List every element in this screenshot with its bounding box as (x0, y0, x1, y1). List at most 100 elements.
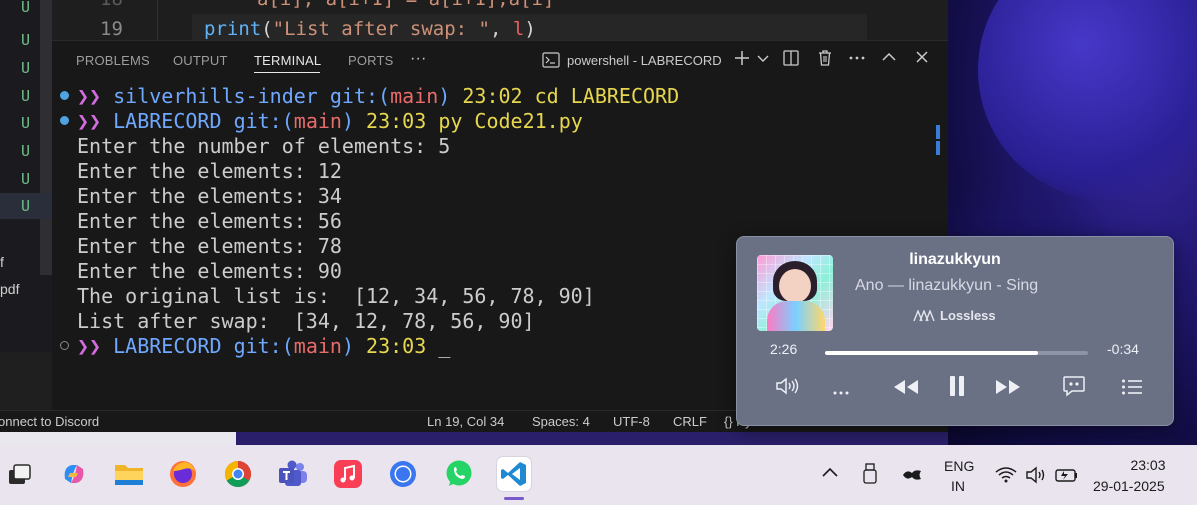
prompt-directory: silverhills-inder (113, 84, 318, 108)
panel-more-button[interactable]: ··· (410, 50, 427, 68)
media-flyout: linazukkyun Ano — linazukkyun - Sing Los… (736, 236, 1174, 426)
tab-ports[interactable]: PORTS (348, 53, 394, 68)
terminal-output-line: The original list is: [12, 34, 56, 78, 9… (77, 284, 595, 308)
more-icon[interactable] (826, 375, 856, 403)
terminal-output-line: Enter the elements: 34 (77, 184, 342, 208)
album-art (757, 255, 833, 331)
explorer-sidebar: U U U U U U U U f pdf (0, 0, 52, 352)
git-untracked-badge: U (21, 31, 31, 49)
vscode-icon[interactable] (497, 457, 531, 491)
cursor-position[interactable]: Ln 19, Col 34 (427, 414, 504, 429)
prompt-git-close: ) (341, 334, 354, 358)
git-untracked-badge: U (21, 59, 31, 77)
tab-problems[interactable]: PROBLEMS (76, 53, 150, 68)
line-number: 19 (100, 18, 123, 40)
pet-app-icon[interactable] (901, 467, 923, 486)
command-status-dot[interactable] (60, 116, 69, 125)
progress-slider[interactable] (825, 351, 1088, 355)
command-status-dot[interactable] (60, 91, 69, 100)
battery-icon[interactable] (1055, 467, 1079, 486)
terminal-output-line: Enter the elements: 78 (77, 234, 342, 258)
eol-setting[interactable]: CRLF (673, 414, 707, 429)
panel-tabs: PROBLEMS OUTPUT TERMINAL PORTS ··· power… (52, 41, 948, 81)
plus-icon[interactable] (731, 49, 753, 71)
explorer-item[interactable]: pdf (0, 281, 19, 297)
ellipsis-icon[interactable] (846, 49, 868, 71)
show-hidden-icons-icon[interactable] (820, 465, 840, 482)
git-untracked-badge: U (21, 170, 31, 188)
git-untracked-badge-selected[interactable]: U (0, 193, 52, 219)
code-punct: ) (524, 18, 536, 40)
teams-icon[interactable] (276, 457, 310, 491)
scrollbar-marker (936, 125, 940, 139)
speaker-icon[interactable] (1025, 466, 1047, 487)
code-line: a[i], a[i+1] = a[i+1],a[i] (257, 0, 554, 10)
previous-track-icon[interactable] (891, 375, 921, 403)
code-editor[interactable]: 18 a[i], a[i+1] = a[i+1],a[i] 19 print("… (52, 0, 948, 40)
whatsapp-icon[interactable] (442, 457, 476, 491)
terminal-prompt-line: ❯❯ LABRECORD git:(main) 23:03 _ (60, 334, 450, 359)
prompt-time: 23:03 (366, 334, 427, 358)
language-indicator-top[interactable]: ENG (944, 458, 974, 474)
scrollbar-marker (936, 141, 940, 155)
gutter-divider (157, 0, 158, 40)
language-indicator-bottom[interactable]: IN (951, 478, 965, 494)
terminal-output-line: Enter the number of elements: 5 (77, 134, 451, 158)
trash-icon[interactable] (814, 49, 836, 71)
git-untracked-badge: U (21, 87, 31, 105)
lyrics-icon[interactable] (1059, 375, 1089, 403)
terminal-output-line: Enter the elements: 12 (77, 159, 342, 183)
next-track-icon[interactable] (993, 375, 1023, 403)
progress-fill (825, 351, 1039, 355)
chevron-down-icon[interactable] (752, 49, 774, 71)
prompt-git: git:( (233, 109, 294, 133)
git-untracked-badge: U (21, 114, 31, 132)
prompt-command: py Code21.py (438, 109, 583, 133)
prompt-git: git:( (329, 84, 391, 108)
tab-output[interactable]: OUTPUT (173, 53, 228, 68)
chrome-icon[interactable] (221, 457, 255, 491)
prompt-arrow: ❯❯ (77, 84, 102, 108)
line-number: 18 (100, 0, 123, 10)
desktop-strip (0, 432, 948, 446)
prompt-arrow: ❯❯ (77, 109, 102, 133)
taskbar: ENG IN 23:03 29-01-2025 (0, 445, 1197, 505)
apple-music-icon[interactable] (331, 457, 365, 491)
terminal-name: powershell - LABRECORD (567, 52, 722, 68)
indent-setting[interactable]: Spaces: 4 (532, 414, 590, 429)
wifi-icon[interactable] (995, 467, 1017, 486)
lossless-icon (913, 309, 935, 321)
explorer-item[interactable]: f (0, 254, 4, 270)
chevron-up-icon[interactable] (878, 49, 900, 71)
task-view-icon[interactable] (2, 457, 36, 491)
split-icon[interactable] (780, 49, 802, 71)
code-function: print (204, 18, 262, 40)
usb-drive-icon[interactable] (862, 463, 878, 488)
prompt-git: git:( (233, 334, 294, 358)
code-line: print("List after swap: ", l) (204, 18, 536, 40)
terminal-selector[interactable]: powershell - LABRECORD (542, 52, 722, 68)
firefox-icon[interactable] (166, 457, 200, 491)
volume-icon[interactable] (773, 375, 803, 403)
terminal-output-line: Enter the elements: 56 (77, 209, 342, 233)
terminal-prompt-line: ❯❯ silverhills-inder git:(main) 23:02 cd… (60, 84, 679, 109)
signal-icon[interactable] (386, 457, 420, 491)
discord-status[interactable]: onnect to Discord (0, 414, 99, 429)
close-icon[interactable] (911, 49, 933, 71)
prompt-branch: main (390, 84, 439, 108)
clock-time[interactable]: 23:03 (1110, 457, 1186, 473)
copilot-icon[interactable] (57, 457, 91, 491)
terminal-prompt-line: ❯❯ LABRECORD git:(main) 23:03 py Code21.… (60, 109, 583, 134)
command-status-dot[interactable] (60, 341, 69, 350)
tab-terminal[interactable]: TERMINAL (254, 53, 321, 68)
clock-date[interactable]: 29-01-2025 (1093, 478, 1165, 494)
prompt-command: cd LABRECORD (534, 84, 680, 108)
explorer-scrollbar[interactable] (40, 0, 52, 275)
queue-icon[interactable] (1117, 375, 1147, 403)
encoding-setting[interactable]: UTF-8 (613, 414, 650, 429)
file-explorer-icon[interactable] (112, 457, 146, 491)
pause-icon[interactable] (942, 375, 972, 403)
prompt-time: 23:02 (462, 84, 523, 108)
git-untracked-badge: U (21, 142, 31, 160)
remaining-time: -0:34 (1107, 341, 1139, 357)
